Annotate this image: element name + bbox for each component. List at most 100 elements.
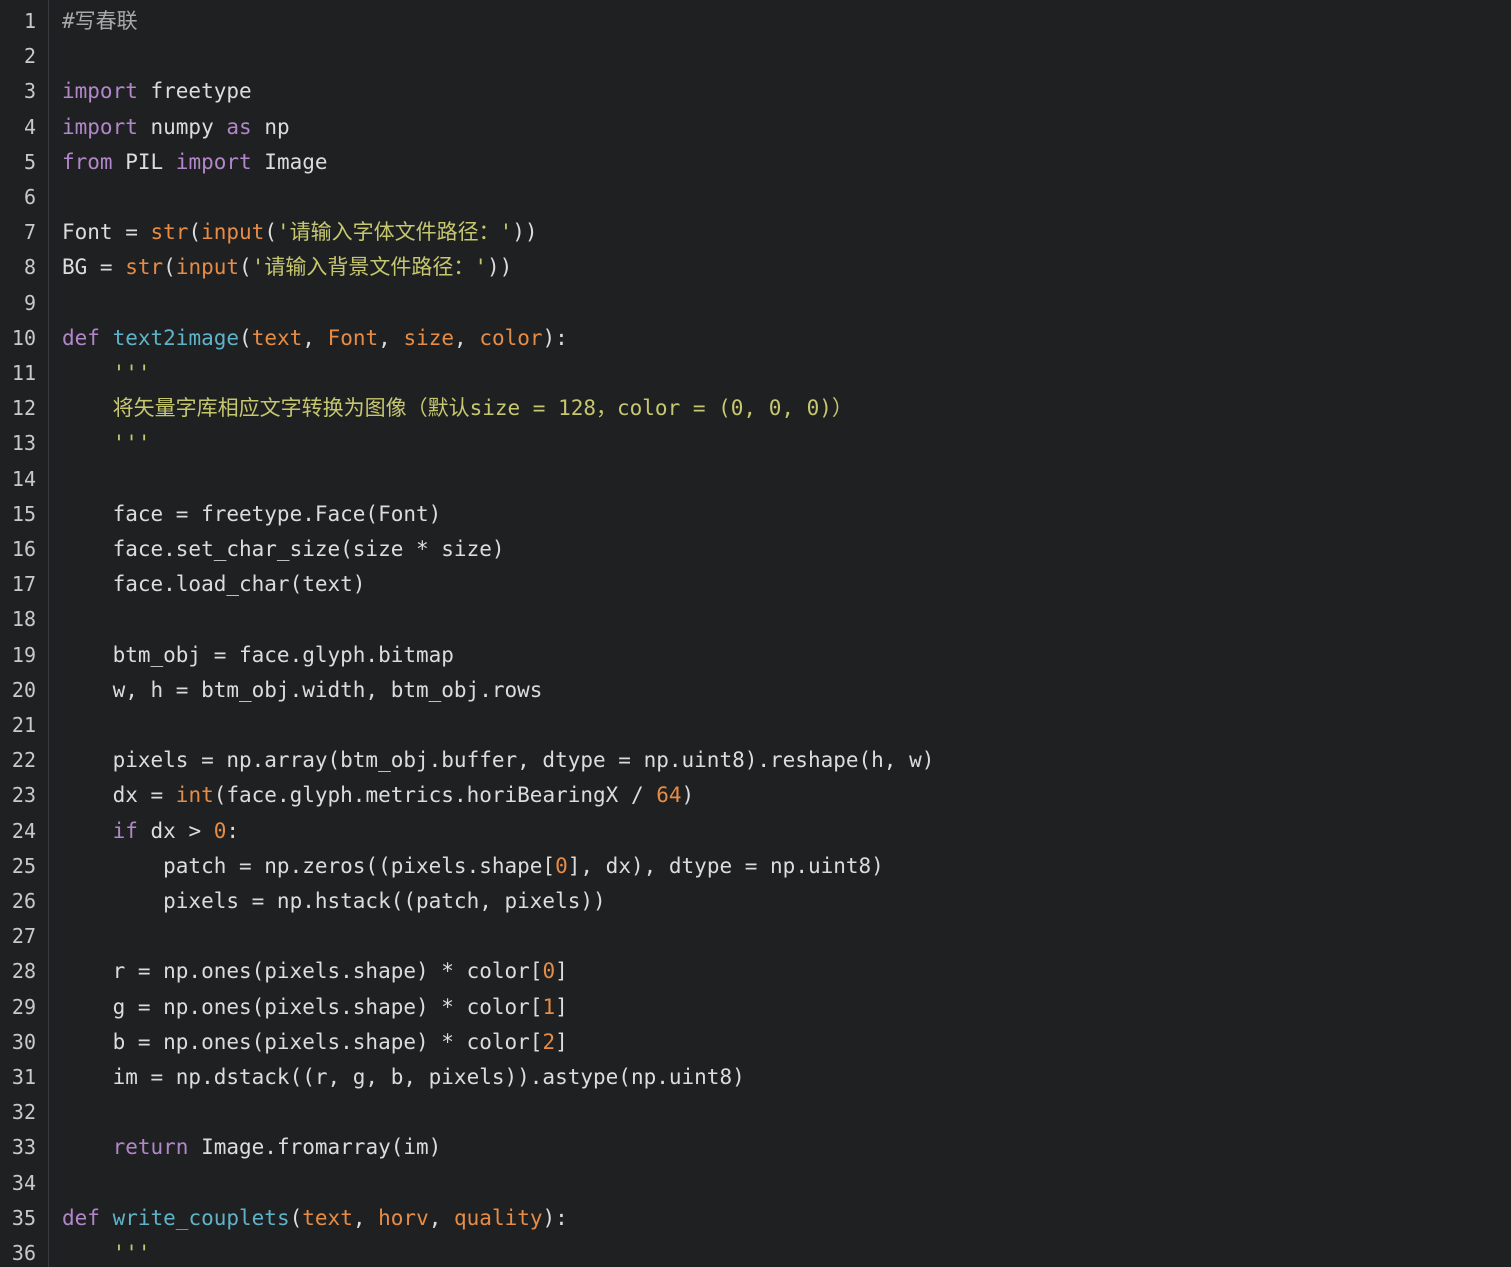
code-token: int bbox=[175, 783, 214, 808]
code-line[interactable]: 24 if dx > 0: bbox=[0, 814, 1511, 849]
code-token: , bbox=[302, 325, 328, 350]
code-text[interactable]: ''' bbox=[62, 1236, 151, 1267]
code-text[interactable]: def text2image(text, Font, size, color): bbox=[62, 321, 568, 356]
code-token: import bbox=[62, 114, 138, 139]
code-line[interactable]: 15 face = freetype.Face(Font) bbox=[0, 497, 1511, 532]
code-text[interactable]: def write_couplets(text, horv, quality): bbox=[62, 1201, 568, 1236]
code-line[interactable]: 33 return Image.fromarray(im) bbox=[0, 1130, 1511, 1165]
line-number: 25 bbox=[11, 853, 36, 878]
code-text[interactable]: BG = str(input('请输入背景文件路径：')) bbox=[62, 250, 512, 285]
code-line[interactable]: 23 dx = int(face.glyph.metrics.horiBeari… bbox=[0, 778, 1511, 813]
code-text[interactable]: import freetype bbox=[62, 74, 252, 109]
line-number: 4 bbox=[23, 114, 36, 139]
code-token: def bbox=[62, 325, 100, 350]
line-number: 24 bbox=[11, 818, 36, 843]
code-token: b = np.ones(pixels.shape) * color[ bbox=[62, 1029, 543, 1054]
code-line[interactable]: 21 bbox=[0, 708, 1511, 743]
code-line[interactable]: 3 import freetype bbox=[0, 74, 1511, 109]
code-text[interactable]: import numpy as np bbox=[62, 110, 290, 145]
code-line[interactable]: 11 ''' bbox=[0, 356, 1511, 391]
code-line[interactable]: 20 w, h = btm_obj.width, btm_obj.rows bbox=[0, 673, 1511, 708]
code-text[interactable]: face.set_char_size(size * size) bbox=[62, 532, 505, 567]
code-line[interactable]: 26 pixels = np.hstack((patch, pixels)) bbox=[0, 884, 1511, 919]
code-text[interactable]: 将矢量字库相应文字转换为图像（默认size = 128，color = (0, … bbox=[62, 391, 853, 426]
code-token: numpy bbox=[137, 114, 227, 139]
code-token: face = freetype.Face(Font) bbox=[62, 501, 442, 526]
code-line[interactable]: 27 bbox=[0, 919, 1511, 954]
line-number: 11 bbox=[11, 361, 36, 385]
code-token: ) bbox=[681, 783, 695, 808]
code-token: ], dx), dtype = np.uint8) bbox=[567, 853, 884, 878]
line-number: 30 bbox=[11, 1029, 36, 1054]
code-line[interactable]: 13 ''' bbox=[0, 426, 1511, 461]
code-token: ] bbox=[555, 959, 568, 984]
code-line[interactable]: 19 btm_obj = face.glyph.bitmap bbox=[0, 638, 1511, 673]
code-text[interactable]: r = np.ones(pixels.shape) * color[0] bbox=[62, 954, 568, 989]
code-token: ''' bbox=[62, 1241, 151, 1265]
code-line[interactable]: 34 bbox=[0, 1166, 1511, 1201]
code-text[interactable]: im = np.dstack((r, g, b, pixels)).astype… bbox=[62, 1060, 745, 1095]
code-token: 0 bbox=[555, 853, 568, 878]
code-line[interactable]: 6 bbox=[0, 180, 1511, 215]
code-line[interactable]: 10 def text2image(text, Font, size, color… bbox=[0, 321, 1511, 356]
code-line[interactable]: 4 import numpy as np bbox=[0, 110, 1511, 145]
code-text[interactable]: from PIL import Image bbox=[62, 145, 328, 180]
code-text[interactable]: face = freetype.Face(Font) bbox=[62, 497, 442, 532]
code-line[interactable]: 2 bbox=[0, 39, 1511, 74]
code-token: from bbox=[62, 149, 113, 174]
code-text[interactable]: if dx > 0: bbox=[62, 814, 239, 849]
line-number: 29 bbox=[11, 994, 36, 1019]
code-line[interactable]: 31 im = np.dstack((r, g, b, pixels)).ast… bbox=[0, 1060, 1511, 1095]
code-token: patch = np.zeros((pixels.shape[ bbox=[62, 853, 556, 878]
code-text[interactable]: ''' bbox=[62, 356, 151, 391]
line-number: 23 bbox=[11, 783, 36, 808]
code-line[interactable]: 1 #写春联 bbox=[0, 4, 1511, 39]
code-line[interactable]: 17 face.load_char(text) bbox=[0, 567, 1511, 602]
code-editor[interactable]: 1 #写春联 2 3 import freetype 4 import numpy as n… bbox=[0, 0, 1511, 1267]
code-line[interactable]: 8 BG = str(input('请输入背景文件路径：')) bbox=[0, 250, 1511, 285]
code-line[interactable]: 14 bbox=[0, 462, 1511, 497]
code-line[interactable]: 16 face.set_char_size(size * size) bbox=[0, 532, 1511, 567]
code-token: 64 bbox=[656, 783, 682, 808]
code-line[interactable]: 7 Font = str(input('请输入字体文件路径：')) bbox=[0, 215, 1511, 250]
code-line[interactable]: 36 ''' bbox=[0, 1236, 1511, 1267]
code-line[interactable]: 9 bbox=[0, 286, 1511, 321]
code-text[interactable]: ''' bbox=[62, 426, 151, 461]
code-text[interactable]: pixels = np.array(btm_obj.buffer, dtype … bbox=[62, 743, 935, 778]
code-token: ( bbox=[239, 255, 252, 280]
line-number: 14 bbox=[11, 466, 36, 491]
code-line[interactable]: 32 bbox=[0, 1095, 1511, 1130]
code-token: input bbox=[175, 255, 240, 280]
code-text[interactable]: dx = int(face.glyph.metrics.horiBearingX… bbox=[62, 778, 695, 813]
code-text[interactable]: Font = str(input('请输入字体文件路径：')) bbox=[62, 215, 538, 250]
code-text[interactable]: return Image.fromarray(im) bbox=[62, 1130, 442, 1165]
line-number: 5 bbox=[23, 149, 36, 174]
line-number: 32 bbox=[11, 1100, 36, 1125]
code-text[interactable]: pixels = np.hstack((patch, pixels)) bbox=[62, 884, 606, 919]
code-line[interactable]: 35 def write_couplets(text, horv, quality… bbox=[0, 1201, 1511, 1236]
code-text[interactable]: patch = np.zeros((pixels.shape[0], dx), … bbox=[62, 849, 884, 884]
code-text[interactable]: face.load_char(text) bbox=[62, 567, 366, 602]
code-token: Image.fromarray(im) bbox=[188, 1135, 442, 1160]
code-line[interactable]: 29 g = np.ones(pixels.shape) * color[1] bbox=[0, 990, 1511, 1025]
code-line[interactable]: 5 from PIL import Image bbox=[0, 145, 1511, 180]
code-token: def bbox=[62, 1205, 100, 1230]
code-text[interactable]: w, h = btm_obj.width, btm_obj.rows bbox=[62, 673, 543, 708]
code-text[interactable]: g = np.ones(pixels.shape) * color[1] bbox=[62, 990, 568, 1025]
code-text[interactable]: btm_obj = face.glyph.bitmap bbox=[62, 638, 454, 673]
line-number: 35 bbox=[11, 1205, 36, 1230]
code-line[interactable]: 28 r = np.ones(pixels.shape) * color[0] bbox=[0, 954, 1511, 989]
code-token: ( bbox=[163, 255, 176, 280]
line-number: 28 bbox=[11, 959, 36, 984]
code-text[interactable]: #写春联 bbox=[62, 4, 138, 39]
code-token: horv bbox=[378, 1205, 429, 1230]
code-token: size bbox=[403, 325, 455, 350]
code-line[interactable]: 18 bbox=[0, 602, 1511, 637]
line-number: 16 bbox=[11, 537, 36, 561]
code-line[interactable]: 30 b = np.ones(pixels.shape) * color[2] bbox=[0, 1025, 1511, 1060]
code-line[interactable]: 25 patch = np.zeros((pixels.shape[0], dx… bbox=[0, 849, 1511, 884]
code-text[interactable]: b = np.ones(pixels.shape) * color[2] bbox=[62, 1025, 568, 1060]
code-line[interactable]: 12 将矢量字库相应文字转换为图像（默认size = 128，color = (… bbox=[0, 391, 1511, 426]
code-line[interactable]: 22 pixels = np.array(btm_obj.buffer, dty… bbox=[0, 743, 1511, 778]
